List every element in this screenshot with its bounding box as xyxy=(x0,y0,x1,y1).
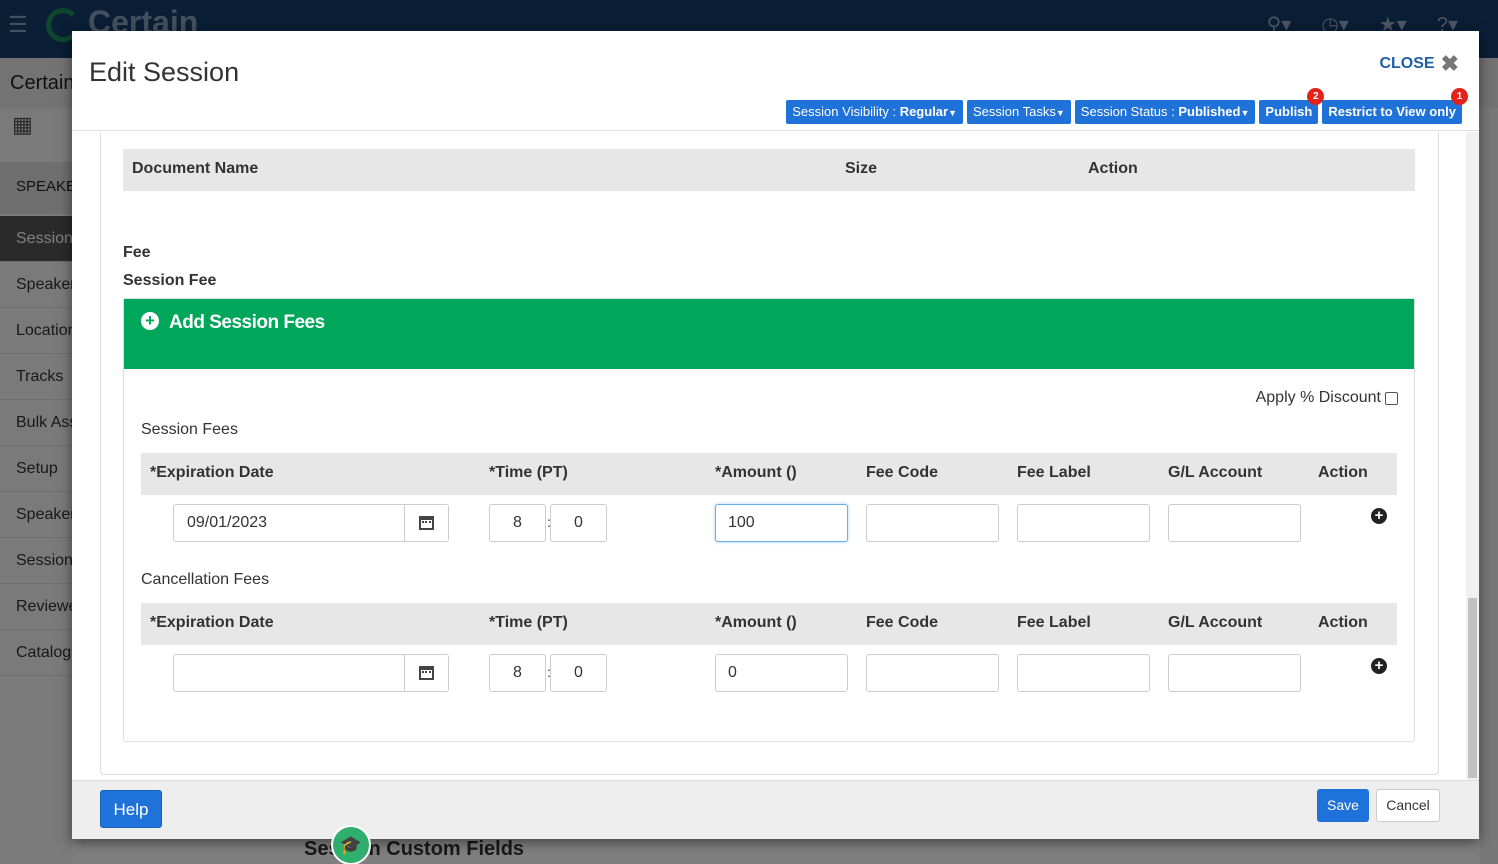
close-label: CLOSE xyxy=(1379,55,1435,72)
column-time: *Time (PT) xyxy=(489,464,568,481)
calendar-icon xyxy=(419,666,434,680)
apply-discount-checkbox[interactable] xyxy=(1385,391,1398,405)
column-time: *Time (PT) xyxy=(489,614,568,631)
column-expiration-date: *Expiration Date xyxy=(150,614,274,631)
column-size: Size xyxy=(845,160,878,177)
edit-session-modal: Edit Session CLOSE ✖ Session Visibility … xyxy=(72,31,1479,839)
expiration-date-value: 09/01/2023 xyxy=(187,514,268,531)
apply-discount-label: Apply % Discount xyxy=(1255,389,1381,406)
graduation-cap-icon[interactable]: 🎓 xyxy=(331,825,371,864)
cancellation-fee-gl-account-input[interactable] xyxy=(1168,654,1301,692)
column-fee-code: Fee Code xyxy=(866,614,939,631)
column-action: Action xyxy=(1318,464,1368,481)
column-gl-account: G/L Account xyxy=(1168,614,1263,631)
cancellation-fee-code-input[interactable] xyxy=(866,654,999,692)
header-button-group: Session Visibility : Regular▼ Session Ta… xyxy=(786,88,1468,124)
chevron-down-icon: ▼ xyxy=(948,108,958,118)
column-action: Action xyxy=(1318,614,1368,631)
session-fees-label: Session Fees xyxy=(141,421,238,438)
column-fee-code: Fee Code xyxy=(866,464,939,481)
session-tasks-dropdown[interactable]: Session Tasks▼ xyxy=(967,100,1071,124)
column-fee-label: Fee Label xyxy=(1017,614,1091,631)
add-cancellation-fee-row-icon[interactable]: + xyxy=(1371,658,1387,674)
session-fee-minute-input[interactable]: 0 xyxy=(550,504,607,542)
session-fee-amount-input[interactable]: 100 xyxy=(715,504,848,542)
modal-footer: Help Save Cancel xyxy=(72,780,1479,839)
tasks-label: Session Tasks xyxy=(973,104,1056,119)
calendar-button[interactable] xyxy=(404,505,448,541)
calendar-icon xyxy=(419,516,434,530)
status-prefix: Session Status : xyxy=(1080,104,1179,119)
session-fee-label-input[interactable] xyxy=(1017,504,1150,542)
chevron-down-icon: ▼ xyxy=(1055,108,1065,118)
cancellation-fee-label-input[interactable] xyxy=(1017,654,1150,692)
visibility-prefix: Session Visibility : xyxy=(792,104,900,119)
session-fee-gl-account-input[interactable] xyxy=(1168,504,1301,542)
column-fee-label: Fee Label xyxy=(1017,464,1091,481)
modal-header: Edit Session CLOSE ✖ Session Visibility … xyxy=(72,31,1479,131)
session-fee-hour-input[interactable]: 8 xyxy=(489,504,546,542)
modal-scrollbar[interactable] xyxy=(1466,132,1479,780)
cancellation-fees-table-header: *Expiration Date *Time (PT) *Amount () F… xyxy=(141,603,1397,645)
visibility-value: Regular xyxy=(899,104,949,119)
modal-title: Edit Session xyxy=(89,57,240,87)
publish-button[interactable]: Publish 2 xyxy=(1259,88,1325,124)
column-expiration-date: *Expiration Date xyxy=(150,464,274,481)
documents-table-header: Document Name Size Action xyxy=(123,149,1415,191)
session-fees-table-header: *Expiration Date *Time (PT) *Amount () F… xyxy=(141,453,1397,495)
chevron-down-icon: ▼ xyxy=(1240,108,1250,118)
modal-body: Document Name Size Action Fee Session Fe… xyxy=(72,132,1479,780)
add-session-fees-title: Add Session Fees xyxy=(169,312,325,333)
cancellation-fee-amount-input[interactable]: 0 xyxy=(715,654,848,692)
cancellation-fee-hour-input[interactable]: 8 xyxy=(489,654,546,692)
scrollbar-thumb[interactable] xyxy=(1468,598,1477,778)
session-fees-panel: + Add Session Fees Apply % Discount Sess… xyxy=(123,298,1415,742)
session-visibility-dropdown[interactable]: Session Visibility : Regular▼ xyxy=(786,100,964,124)
add-session-fees-bar[interactable]: + Add Session Fees xyxy=(124,299,1414,369)
save-button[interactable]: Save xyxy=(1317,789,1369,822)
close-button[interactable]: CLOSE ✖ xyxy=(1379,51,1459,77)
publish-label: Publish xyxy=(1265,104,1313,119)
cancellation-fee-minute-input[interactable]: 0 xyxy=(550,654,607,692)
calendar-button[interactable] xyxy=(404,655,448,691)
column-amount: *Amount () xyxy=(715,464,797,481)
plus-circle-icon: + xyxy=(141,312,159,330)
column-amount: *Amount () xyxy=(715,614,797,631)
cancellation-fees-label: Cancellation Fees xyxy=(141,571,270,588)
close-icon: ✖ xyxy=(1440,51,1459,76)
column-document-name: Document Name xyxy=(132,160,259,177)
fee-heading: Fee xyxy=(123,244,151,261)
status-value: Published xyxy=(1178,104,1241,119)
column-gl-account: G/L Account xyxy=(1168,464,1263,481)
restrict-count-badge: 1 xyxy=(1451,88,1468,105)
session-fee-expiration-date-field[interactable]: 09/01/2023 xyxy=(173,504,449,542)
restrict-view-button[interactable]: Restrict to View only 1 xyxy=(1322,88,1468,124)
session-fee-heading: Session Fee xyxy=(123,272,217,289)
column-action: Action xyxy=(1088,160,1138,177)
restrict-label: Restrict to View only xyxy=(1328,104,1456,119)
help-button[interactable]: Help xyxy=(100,790,162,828)
cancel-button[interactable]: Cancel xyxy=(1376,789,1440,822)
session-fee-code-input[interactable] xyxy=(866,504,999,542)
session-status-dropdown[interactable]: Session Status : Published▼ xyxy=(1074,100,1256,124)
cancellation-fee-expiration-date-field[interactable] xyxy=(173,654,449,692)
apply-discount-control: Apply % Discount xyxy=(1256,389,1398,407)
add-session-fee-row-icon[interactable]: + xyxy=(1371,508,1387,524)
